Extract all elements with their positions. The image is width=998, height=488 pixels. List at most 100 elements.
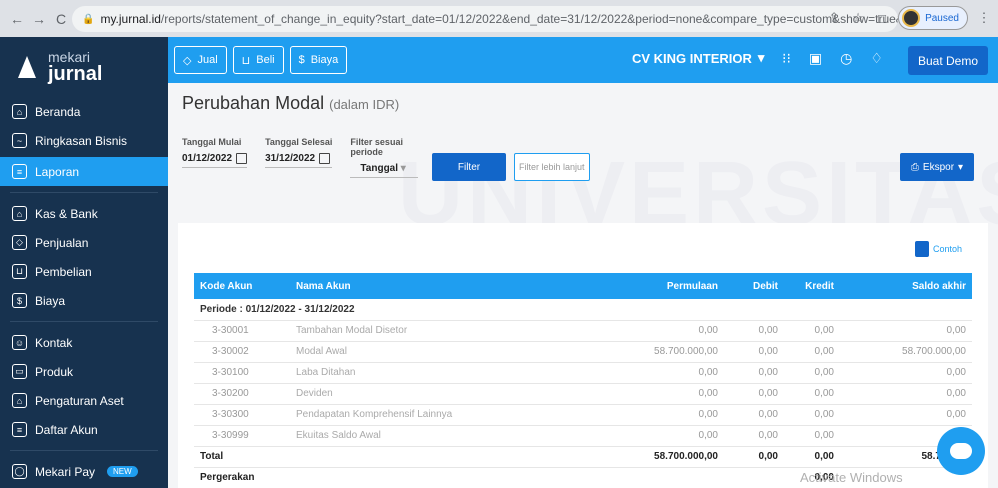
apps-grid-icon[interactable]: ⁝⁝ [782,50,791,67]
debit-value: 0,00 [758,430,778,441]
account-name[interactable]: Deviden [290,383,614,404]
profile-paused-button[interactable]: Paused [898,6,968,30]
account-code[interactable]: 3-30300 [194,404,290,425]
start-date-value: 01/12/2022 [182,153,233,164]
table-row[interactable]: 3-30300 Pendapatan Komprehensif Lainnya 0,… [194,404,972,425]
start-date-field[interactable]: 01/12/2022 [182,153,248,168]
jual-button[interactable]: ◇ Jual [174,46,227,74]
account-code[interactable]: 3-30001 [194,320,290,341]
sidebar-item-beranda[interactable]: ⌂ Beranda [0,97,168,126]
history-icon[interactable]: ◷ [840,50,852,67]
jual-label: Jual [197,54,218,66]
sidebar-item-biaya[interactable]: $ Biaya [0,286,168,315]
table-row[interactable]: 3-30100 Laba Ditahan 0,00 0,00 0,00 0,00 [194,362,972,383]
start-date-group: Tanggal Mulai 01/12/2022 [182,137,248,178]
debit-value: 0,00 [758,409,778,420]
sidebar-item-penjualan[interactable]: ◇ Penjualan [0,228,168,257]
total-start: 58.700.000,00 [654,451,718,462]
share-icon[interactable]: ⇪ [826,10,842,26]
example-link[interactable]: Contoh [914,241,962,257]
tab-icon[interactable]: □ [874,10,890,26]
account-name[interactable]: Ekuitas Saldo Awal [290,425,614,446]
sidebar-item-daftar-akun[interactable]: ≡ Daftar Akun [0,415,168,444]
page-title-text: Perubahan Modal [182,93,325,113]
col-kode-akun[interactable]: Kode Akun [194,273,290,299]
credit-value: 0,00 [814,325,834,336]
sidebar-item-mekari-pay[interactable]: ◯ Mekari Pay NEW [0,457,168,486]
table-row[interactable]: 3-30999Ekuitas Saldo Awal0,000,000,000,0 [194,425,972,446]
bell-icon[interactable]: ♢ [870,50,883,67]
sidebar-item-produk[interactable]: ▭ Produk [0,357,168,386]
sidebar-item-laporan[interactable]: ≡ Laporan [0,157,168,186]
account-name[interactable]: Tambahan Modal Disetor [290,320,614,341]
table-row[interactable]: 3-30002 Modal Awal 58.700.000,00 0,00 0,00 58… [194,341,972,362]
divider [10,450,158,451]
account-code[interactable]: 3-30002 [194,341,290,362]
company-switcher[interactable]: CV KING INTERIOR ▾ [632,50,764,66]
account-name[interactable]: Laba Ditahan [290,362,614,383]
start-date-label: Tanggal Mulai [182,137,242,147]
account-code[interactable]: 3-30100 [194,362,290,383]
col-saldo-akhir[interactable]: Saldo akhir [840,273,972,299]
reload-icon[interactable]: C [50,8,72,30]
sidebar-item-ringkasan-bisnis[interactable]: ~ Ringkasan Bisnis [0,126,168,155]
end-date-field[interactable]: 31/12/2022 [265,153,333,168]
biaya-button[interactable]: $ Biaya [289,46,348,74]
chevron-down-icon: ▾ [958,161,964,173]
buat-demo-button[interactable]: Buat Demo [907,46,988,75]
chevron-down-icon: ▾ [757,50,765,65]
chat-button[interactable] [937,427,985,475]
account-code[interactable]: 3-30200 [194,383,290,404]
sidebar-item-label: Pembelian [35,264,92,279]
start-balance: 0,00 [698,325,718,336]
end-balance: 0,00 [946,409,966,420]
back-icon[interactable]: ← [6,8,28,30]
export-button[interactable]: ⎙ Ekspor ▾ [900,153,974,181]
chat-icon [950,443,972,459]
sidebar-item-kontak[interactable]: ☺ Kontak [0,328,168,357]
account-code[interactable]: 3-30999 [194,425,290,446]
col-permulaan[interactable]: Permulaan [614,273,724,299]
period-row: Periode : 01/12/2022 - 31/12/2022 [194,299,972,320]
table-row[interactable]: 3-30200 Deviden 0,00 0,00 0,00 0,00 [194,383,972,404]
sidebar-item-kas-bank[interactable]: ⌂ Kas & Bank [0,199,168,228]
sidebar-item-label: Beranda [35,104,81,119]
export-label: Ekspor [922,161,955,173]
end-date-label: Tanggal Selesai [265,137,333,147]
credit-value: 0,00 [814,430,834,441]
expense-icon: $ [12,293,27,308]
account-name[interactable]: Pendapatan Komprehensif Lainnya [290,404,614,425]
report-card: Contoh Kode Akun Nama Akun Permulaan Deb… [178,223,988,488]
product-icon: ▭ [12,364,27,379]
advanced-filter-input[interactable]: Filter lebih lanjut [514,153,590,181]
chart-icon: ~ [12,133,27,148]
menu-icon[interactable]: ⋮ [976,10,992,26]
period-filter-select[interactable]: Tanggal ▾ [350,159,419,178]
logo[interactable]: mekari jurnal [0,37,168,97]
forward-icon[interactable]: → [28,8,50,30]
start-balance: 0,00 [698,367,718,378]
star-icon[interactable]: ☆ [850,10,866,26]
calendar-icon [319,153,331,164]
col-kredit[interactable]: Kredit [784,273,840,299]
divider [10,321,158,322]
sidebar-item-pembelian[interactable]: ⊔ Pembelian [0,257,168,286]
debit-value: 0,00 [758,388,778,399]
document-icon [914,241,929,257]
table-row[interactable]: 3-30001 Tambahan Modal Disetor 0,00 0,00 0,0… [194,320,972,341]
total-credit: 0,00 [814,451,834,462]
notification-icon[interactable]: ▣ [809,50,822,67]
col-debit[interactable]: Debit [724,273,784,299]
beli-button[interactable]: ⊔ Beli [232,46,284,74]
sidebar-item-pengaturan-aset[interactable]: ⌂ Pengaturan Aset [0,386,168,415]
tag-icon: ◇ [183,54,192,67]
page-title: Perubahan Modal (dalam IDR) [182,93,399,114]
end-balance: 0,00 [946,367,966,378]
chat-pay-icon: ◯ [12,464,27,479]
sidebar-item-label: Kas & Bank [35,206,98,221]
filter-button[interactable]: Filter [432,153,506,181]
sidebar-item-label: Ringkasan Bisnis [35,133,128,148]
account-name[interactable]: Modal Awal [290,341,614,362]
address-bar[interactable]: 🔒 my.jurnal.id /reports/statement_of_cha… [72,6,898,32]
col-nama-akun[interactable]: Nama Akun [290,273,614,299]
